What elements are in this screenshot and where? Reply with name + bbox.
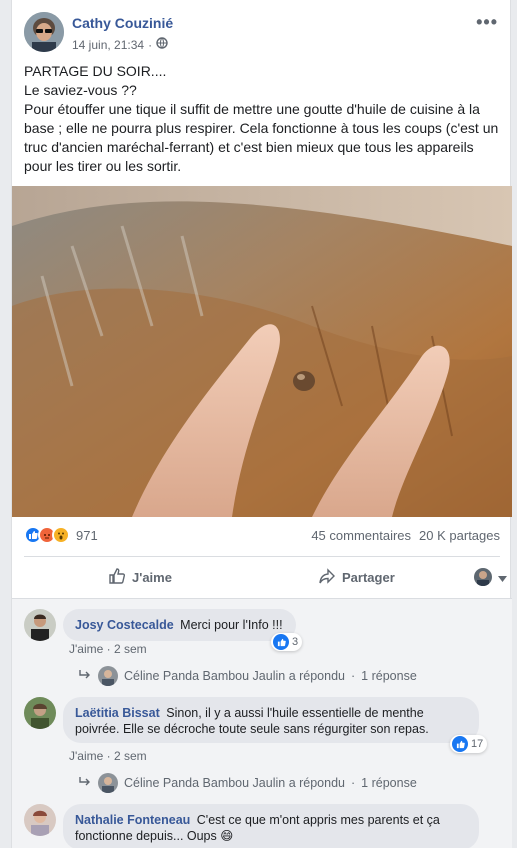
divider	[24, 556, 500, 557]
audience-selector[interactable]	[474, 568, 507, 586]
commenter-avatar[interactable]	[24, 697, 56, 729]
comment-likes[interactable]: 3	[271, 633, 303, 651]
post-stats: 971 45 commentaires 20 K partages	[24, 525, 500, 547]
replier-avatar	[98, 666, 118, 686]
like-reaction-icon	[273, 634, 289, 650]
post-text: PARTAGE DU SOIR.... Le saviez-vous ?? Po…	[24, 62, 500, 176]
post-text-line: Pour étouffer une tique il suffit de met…	[24, 101, 499, 174]
reply-summary[interactable]: Céline Panda Bambou Jaulin a répondu · 1…	[78, 666, 417, 686]
comment-bubble: Josy Costecalde Merci pour l'Info !!!	[63, 609, 296, 641]
comment-text: Merci pour l'Info !!!	[180, 618, 283, 632]
share-button[interactable]: Partager	[318, 567, 395, 588]
action-bar: J'aime Partager	[24, 558, 507, 596]
reply-count[interactable]: 1 réponse	[361, 669, 417, 683]
commenter-avatar[interactable]	[24, 804, 56, 836]
reply-count[interactable]: 1 réponse	[361, 776, 417, 790]
reply-arrow-icon	[78, 776, 92, 791]
shares-count[interactable]: 20 K partages	[419, 528, 500, 543]
author-avatar[interactable]	[24, 12, 64, 52]
reply-author-text[interactable]: Céline Panda Bambou Jaulin a répondu	[124, 669, 345, 683]
post-photo[interactable]	[12, 186, 512, 517]
comment-text: poivrée. Elle se décroche toute seule sa…	[75, 722, 429, 736]
comment-like-count: 17	[471, 738, 484, 750]
reaction-count[interactable]: 971	[76, 528, 98, 543]
commenter-avatar[interactable]	[24, 609, 56, 641]
chevron-down-icon	[498, 570, 507, 585]
post-text-line: PARTAGE DU SOIR....	[24, 63, 167, 79]
comment-like-link[interactable]: J'aime	[69, 642, 103, 656]
comment-like-link[interactable]: J'aime	[69, 749, 103, 763]
reply-author-text[interactable]: Céline Panda Bambou Jaulin a répondu	[124, 776, 345, 790]
viewer-avatar	[474, 568, 492, 586]
comment-meta: J'aime · 2 sem	[69, 642, 147, 656]
commenter-name[interactable]: Nathalie Fonteneau	[75, 813, 190, 827]
wow-reaction-icon	[52, 526, 70, 544]
comments-section: Josy Costecalde Merci pour l'Info !!! 3 …	[12, 598, 512, 848]
comment-text: Sinon, il y a aussi l'huile essentielle …	[166, 706, 424, 720]
comment-time[interactable]: 2 sem	[114, 642, 147, 656]
post-date[interactable]: 14 juin, 21:34	[72, 38, 144, 52]
like-button[interactable]: J'aime	[108, 567, 172, 588]
post-header: Cathy Couzinié 14 juin, 21:34 · •••	[24, 12, 497, 56]
reactions-summary[interactable]: 971	[24, 526, 98, 544]
comments-count[interactable]: 45 commentaires	[311, 528, 411, 543]
comment-text: C'est ce que m'ont appris mes parents et…	[196, 813, 440, 827]
thumbs-up-icon	[108, 567, 126, 588]
post-card: Cathy Couzinié 14 juin, 21:34 · ••• PART…	[11, 0, 512, 848]
more-options-button[interactable]: •••	[476, 12, 498, 33]
comment-likes[interactable]: 17	[450, 735, 488, 753]
post-meta: 14 juin, 21:34 ·	[72, 37, 168, 52]
share-button-label: Partager	[342, 569, 395, 585]
reply-summary[interactable]: Céline Panda Bambou Jaulin a répondu · 1…	[78, 773, 417, 793]
comment-meta: J'aime · 2 sem	[69, 749, 147, 763]
comment-like-count: 3	[292, 636, 299, 648]
share-arrow-icon	[318, 567, 336, 588]
comment-bubble: Nathalie Fonteneau C'est ce que m'ont ap…	[63, 804, 479, 848]
replier-avatar	[98, 773, 118, 793]
author-name[interactable]: Cathy Couzinié	[72, 15, 173, 31]
commenter-name[interactable]: Laëtitia Bissat	[75, 706, 160, 720]
post-text-line: Le saviez-vous ??	[24, 82, 137, 98]
commenter-name[interactable]: Josy Costecalde	[75, 618, 174, 632]
comment-time[interactable]: 2 sem	[114, 749, 147, 763]
comment-bubble: Laëtitia Bissat Sinon, il y a aussi l'hu…	[63, 697, 479, 743]
comment-text: fonctionne depuis... Oups 😄	[75, 829, 234, 843]
like-reaction-icon	[452, 736, 468, 752]
globe-icon	[156, 37, 168, 52]
like-button-label: J'aime	[132, 569, 172, 585]
reply-arrow-icon	[78, 669, 92, 684]
